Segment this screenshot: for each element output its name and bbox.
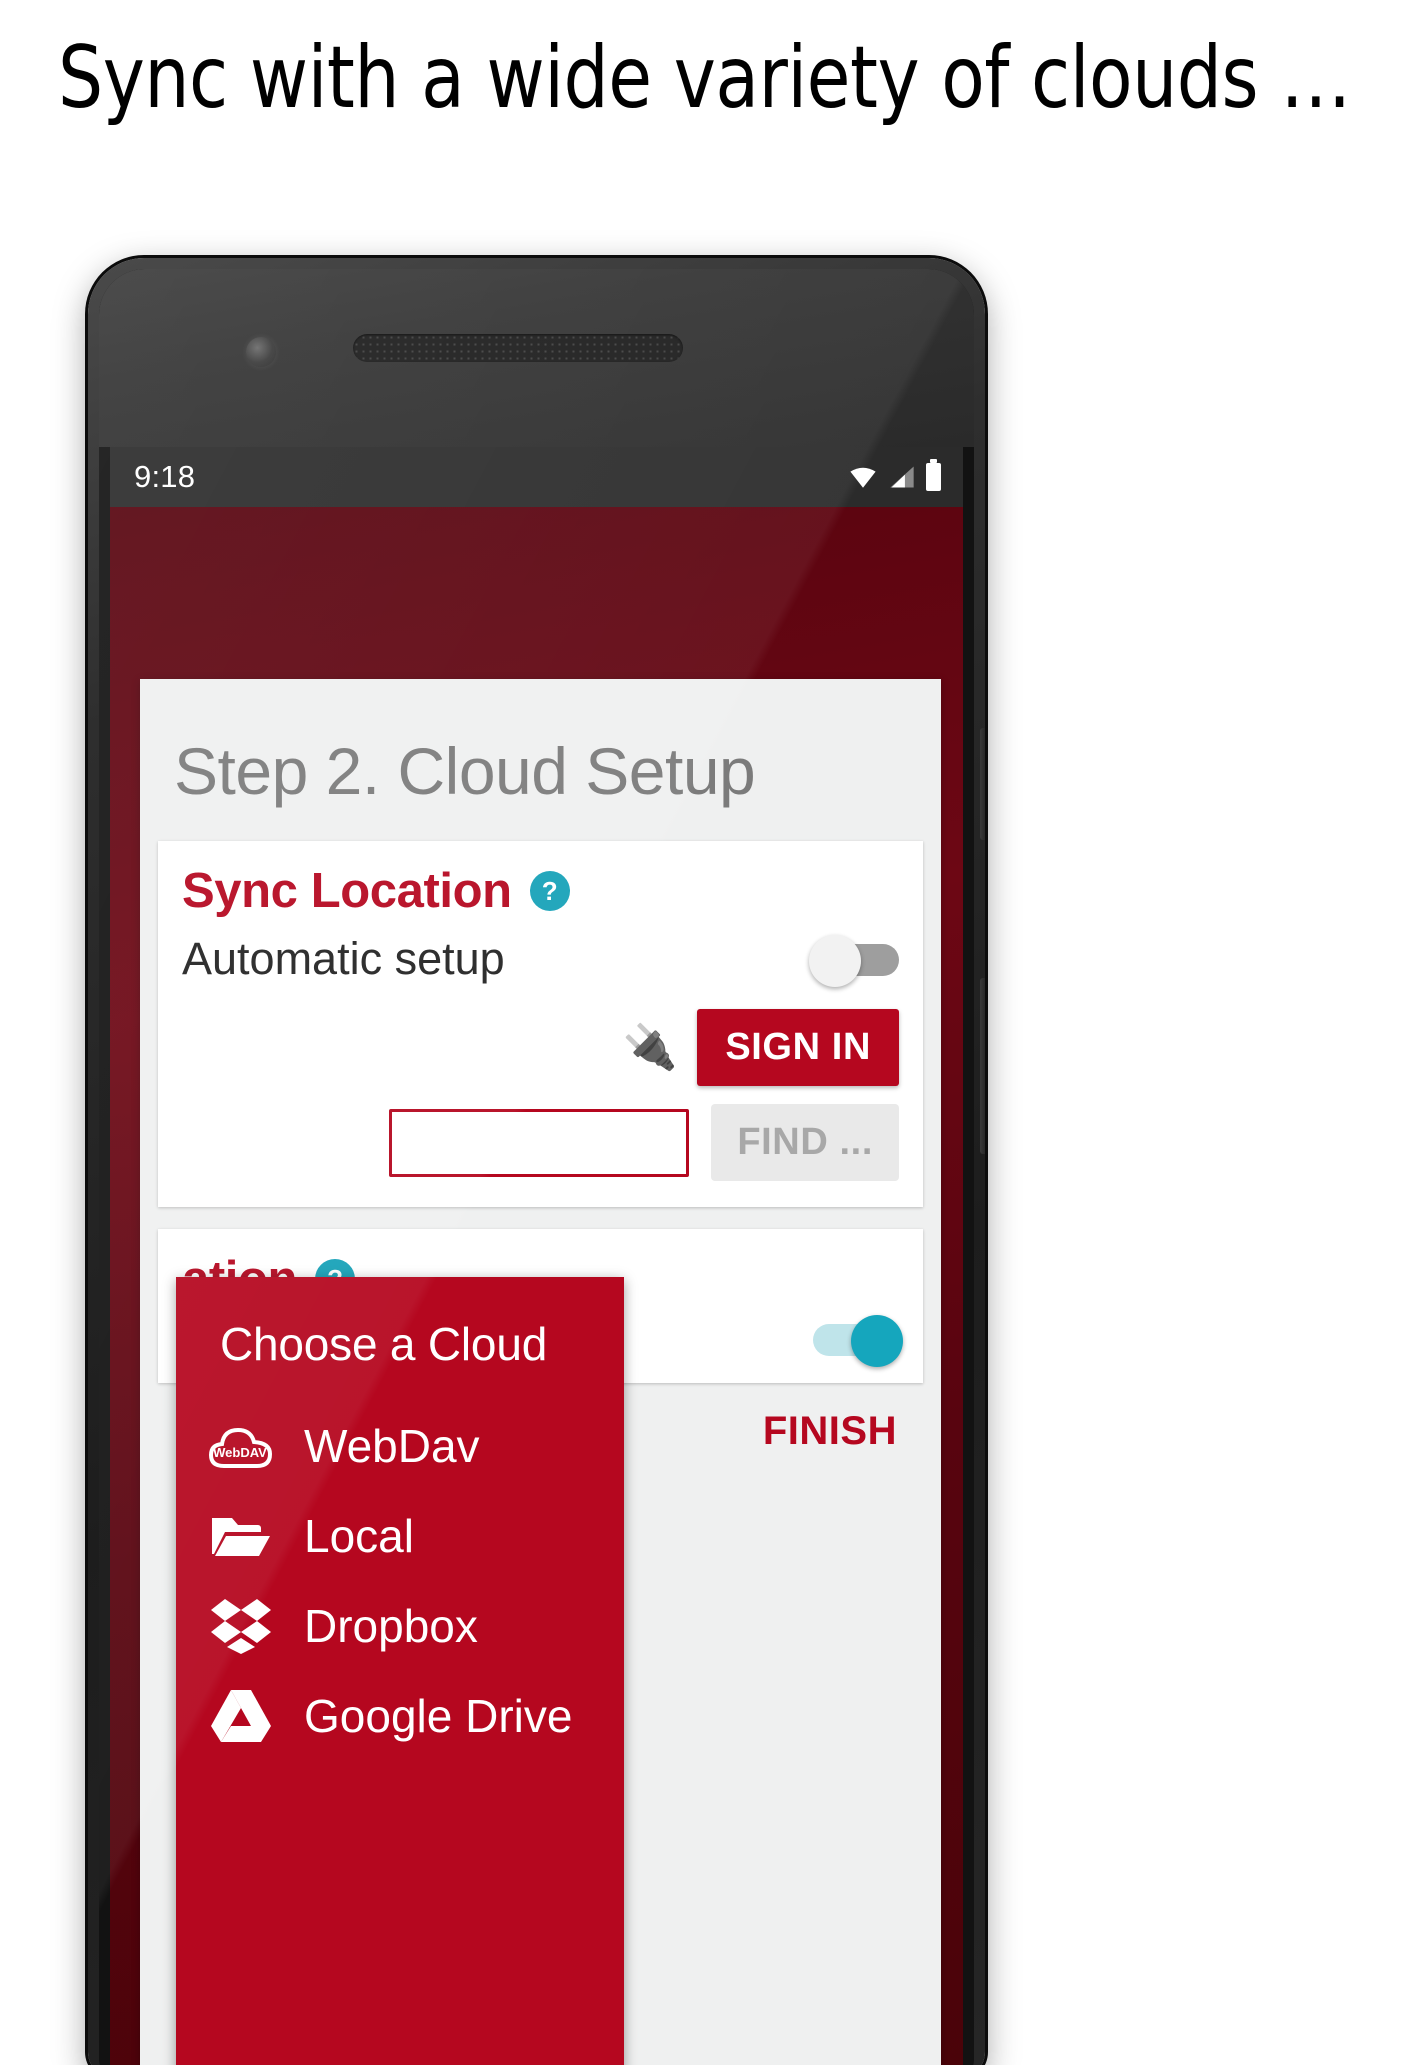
dropdown-item-webdav[interactable]: WebDAV WebDav [176,1401,624,1491]
battery-icon [926,459,941,491]
dropdown-item-label: Google Drive [304,1690,573,1742]
find-button[interactable]: FIND ... [711,1104,899,1182]
promo-headline: Sync with a wide variety of clouds … [57,28,1352,128]
earpiece-speaker-icon [353,334,683,362]
automatic-setup-row: Automatic setup [182,933,899,988]
toggle-thumb [809,935,861,988]
screenshot-root: Sync with a wide variety of clouds … 9:1… [0,0,1409,2065]
cloud-path-input[interactable] [389,1108,690,1177]
front-camera-icon [246,337,276,367]
status-system-icons [848,459,941,491]
phone-screen: 9:18 Step 2. Cloud Setup Sync Location ?… [110,447,963,2065]
automatic-setup-label: Automatic setup [182,933,505,985]
dropdown-item-label: WebDav [304,1420,480,1472]
phone-front-glass: 9:18 Step 2. Cloud Setup Sync Location ?… [99,269,974,2065]
svg-text:WebDAV: WebDAV [213,1445,267,1460]
dropdown-item-label: Dropbox [304,1600,478,1652]
sync-location-card: Sync Location ? Automatic setup 🔌 SIGN I… [158,841,923,1208]
finish-button[interactable]: FINISH [763,1409,897,1454]
phone-top-bezel [99,269,974,447]
folder-open-icon [206,1507,276,1565]
signin-row: 🔌 SIGN IN [182,1009,899,1087]
toggle-thumb [851,1315,903,1368]
find-row: FIND ... [182,1104,899,1182]
sync-location-header: Sync Location ? [182,863,899,919]
status-clock: 9:18 [134,459,196,494]
power-button[interactable] [980,728,985,840]
dropdown-item-local[interactable]: Local [176,1491,624,1581]
webdav-cloud-icon: WebDAV [206,1417,276,1475]
page-title: Step 2. Cloud Setup [174,734,756,808]
plug-icon: 🔌 [622,1022,678,1072]
dropdown-item-dropbox[interactable]: Dropbox [176,1581,624,1671]
google-drive-icon [206,1687,276,1745]
dropdown-item-label: Local [304,1510,414,1562]
phone-device-mockup: 9:18 Step 2. Cloud Setup Sync Location ?… [88,258,985,2065]
cell-signal-icon [890,466,914,488]
automatic-setup-toggle[interactable] [809,935,899,988]
dropbox-icon [206,1597,276,1655]
sync-location-title: Sync Location [182,864,512,919]
volume-button[interactable] [980,978,985,1154]
second-card-toggle[interactable] [813,1315,903,1368]
choose-cloud-dropdown: Choose a Cloud WebDAV WebDav Local Dropb… [176,1277,624,2065]
sign-in-button[interactable]: SIGN IN [697,1009,899,1087]
wifi-icon [850,467,876,488]
status-bar: 9:18 [110,447,963,507]
dropdown-item-google-drive[interactable]: Google Drive [176,1671,624,1761]
dropdown-header: Choose a Cloud [220,1318,548,1370]
help-icon[interactable]: ? [529,871,570,912]
